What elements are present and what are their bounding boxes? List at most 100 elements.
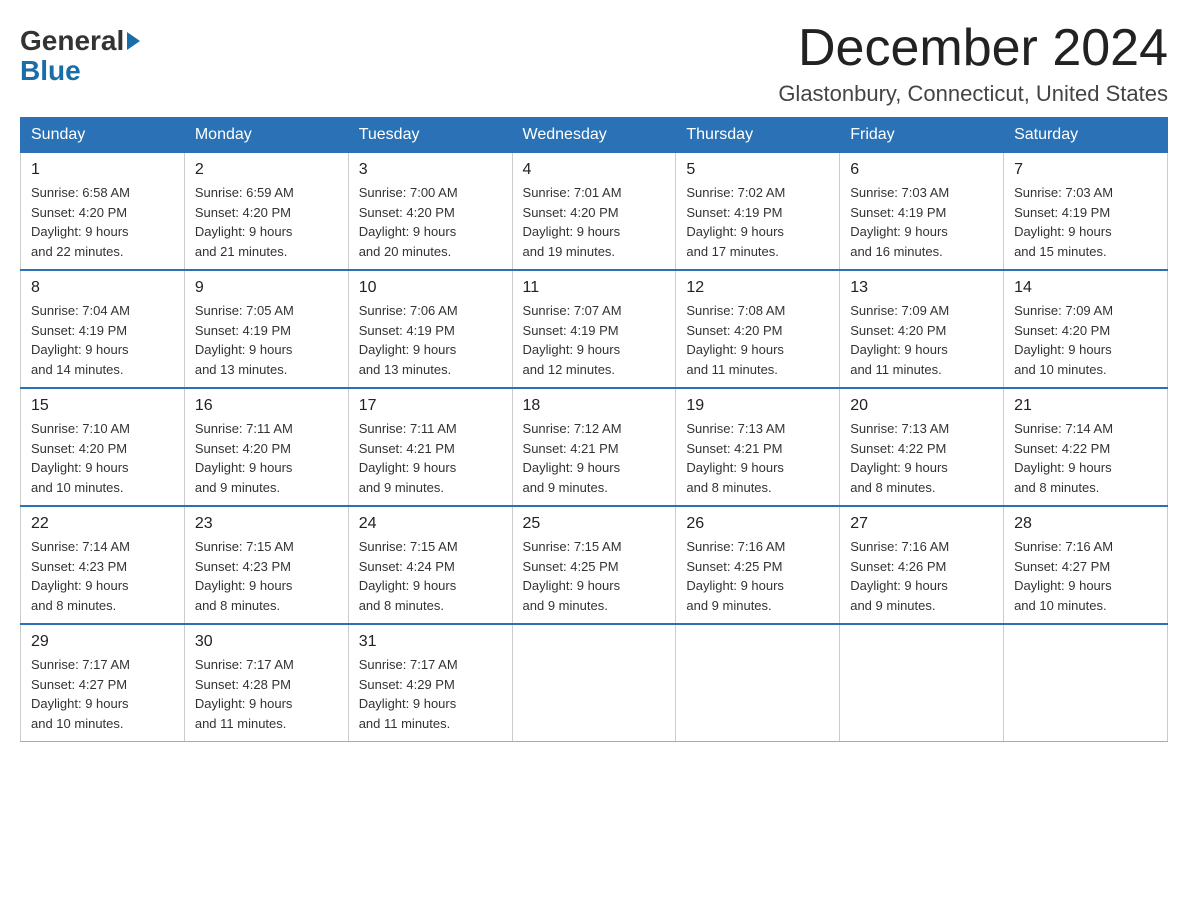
week-row-5: 29 Sunrise: 7:17 AM Sunset: 4:27 PM Dayl… [21,624,1168,742]
calendar-cell: 25 Sunrise: 7:15 AM Sunset: 4:25 PM Dayl… [512,506,676,624]
day-info: Sunrise: 7:15 AM Sunset: 4:23 PM Dayligh… [195,537,338,615]
day-info: Sunrise: 7:15 AM Sunset: 4:24 PM Dayligh… [359,537,502,615]
week-row-1: 1 Sunrise: 6:58 AM Sunset: 4:20 PM Dayli… [21,153,1168,271]
day-info: Sunrise: 7:03 AM Sunset: 4:19 PM Dayligh… [1014,183,1157,261]
logo: General Blue [20,20,143,87]
day-info: Sunrise: 7:12 AM Sunset: 4:21 PM Dayligh… [523,419,666,497]
day-number: 3 [359,161,502,179]
calendar-cell [676,624,840,742]
calendar-cell: 1 Sunrise: 6:58 AM Sunset: 4:20 PM Dayli… [21,153,185,271]
calendar-cell: 17 Sunrise: 7:11 AM Sunset: 4:21 PM Dayl… [348,388,512,506]
day-info: Sunrise: 7:14 AM Sunset: 4:23 PM Dayligh… [31,537,174,615]
day-number: 19 [686,397,829,415]
calendar-cell: 10 Sunrise: 7:06 AM Sunset: 4:19 PM Dayl… [348,270,512,388]
logo-blue-text: Blue [20,55,81,87]
calendar-cell: 15 Sunrise: 7:10 AM Sunset: 4:20 PM Dayl… [21,388,185,506]
day-info: Sunrise: 7:06 AM Sunset: 4:19 PM Dayligh… [359,301,502,379]
calendar-cell: 11 Sunrise: 7:07 AM Sunset: 4:19 PM Dayl… [512,270,676,388]
calendar-cell: 4 Sunrise: 7:01 AM Sunset: 4:20 PM Dayli… [512,153,676,271]
calendar-cell: 18 Sunrise: 7:12 AM Sunset: 4:21 PM Dayl… [512,388,676,506]
calendar-cell: 21 Sunrise: 7:14 AM Sunset: 4:22 PM Dayl… [1004,388,1168,506]
day-info: Sunrise: 7:03 AM Sunset: 4:19 PM Dayligh… [850,183,993,261]
day-number: 21 [1014,397,1157,415]
day-info: Sunrise: 7:15 AM Sunset: 4:25 PM Dayligh… [523,537,666,615]
calendar-cell [840,624,1004,742]
day-number: 2 [195,161,338,179]
day-number: 14 [1014,279,1157,297]
logo-arrow-icon [127,32,140,50]
day-number: 31 [359,633,502,651]
day-number: 22 [31,515,174,533]
calendar-table: Sunday Monday Tuesday Wednesday Thursday… [20,117,1168,742]
header: General Blue December 2024 Glastonbury, … [20,20,1168,107]
day-number: 27 [850,515,993,533]
calendar-cell: 20 Sunrise: 7:13 AM Sunset: 4:22 PM Dayl… [840,388,1004,506]
header-thursday: Thursday [676,118,840,153]
day-info: Sunrise: 7:16 AM Sunset: 4:26 PM Dayligh… [850,537,993,615]
calendar-cell: 14 Sunrise: 7:09 AM Sunset: 4:20 PM Dayl… [1004,270,1168,388]
day-number: 17 [359,397,502,415]
day-number: 15 [31,397,174,415]
day-number: 23 [195,515,338,533]
header-tuesday: Tuesday [348,118,512,153]
day-number: 24 [359,515,502,533]
day-info: Sunrise: 7:14 AM Sunset: 4:22 PM Dayligh… [1014,419,1157,497]
day-number: 8 [31,279,174,297]
day-info: Sunrise: 7:11 AM Sunset: 4:20 PM Dayligh… [195,419,338,497]
day-number: 25 [523,515,666,533]
week-row-4: 22 Sunrise: 7:14 AM Sunset: 4:23 PM Dayl… [21,506,1168,624]
day-number: 6 [850,161,993,179]
day-info: Sunrise: 7:11 AM Sunset: 4:21 PM Dayligh… [359,419,502,497]
header-saturday: Saturday [1004,118,1168,153]
day-number: 13 [850,279,993,297]
day-info: Sunrise: 7:17 AM Sunset: 4:29 PM Dayligh… [359,655,502,733]
day-info: Sunrise: 7:02 AM Sunset: 4:19 PM Dayligh… [686,183,829,261]
calendar-cell [512,624,676,742]
day-info: Sunrise: 7:01 AM Sunset: 4:20 PM Dayligh… [523,183,666,261]
day-number: 7 [1014,161,1157,179]
day-info: Sunrise: 7:04 AM Sunset: 4:19 PM Dayligh… [31,301,174,379]
day-number: 16 [195,397,338,415]
header-wednesday: Wednesday [512,118,676,153]
month-title: December 2024 [778,20,1168,77]
calendar-cell: 29 Sunrise: 7:17 AM Sunset: 4:27 PM Dayl… [21,624,185,742]
calendar-cell: 16 Sunrise: 7:11 AM Sunset: 4:20 PM Dayl… [184,388,348,506]
calendar-cell: 23 Sunrise: 7:15 AM Sunset: 4:23 PM Dayl… [184,506,348,624]
calendar-cell: 12 Sunrise: 7:08 AM Sunset: 4:20 PM Dayl… [676,270,840,388]
day-info: Sunrise: 7:17 AM Sunset: 4:27 PM Dayligh… [31,655,174,733]
day-number: 20 [850,397,993,415]
location-text: Glastonbury, Connecticut, United States [778,81,1168,107]
day-number: 1 [31,161,174,179]
day-info: Sunrise: 7:09 AM Sunset: 4:20 PM Dayligh… [1014,301,1157,379]
calendar-cell: 30 Sunrise: 7:17 AM Sunset: 4:28 PM Dayl… [184,624,348,742]
day-number: 5 [686,161,829,179]
header-sunday: Sunday [21,118,185,153]
calendar-cell: 9 Sunrise: 7:05 AM Sunset: 4:19 PM Dayli… [184,270,348,388]
day-info: Sunrise: 7:17 AM Sunset: 4:28 PM Dayligh… [195,655,338,733]
day-info: Sunrise: 6:58 AM Sunset: 4:20 PM Dayligh… [31,183,174,261]
day-number: 18 [523,397,666,415]
week-row-2: 8 Sunrise: 7:04 AM Sunset: 4:19 PM Dayli… [21,270,1168,388]
day-number: 29 [31,633,174,651]
day-number: 11 [523,279,666,297]
day-info: Sunrise: 7:16 AM Sunset: 4:27 PM Dayligh… [1014,537,1157,615]
day-info: Sunrise: 7:05 AM Sunset: 4:19 PM Dayligh… [195,301,338,379]
day-info: Sunrise: 7:00 AM Sunset: 4:20 PM Dayligh… [359,183,502,261]
day-number: 30 [195,633,338,651]
week-row-3: 15 Sunrise: 7:10 AM Sunset: 4:20 PM Dayl… [21,388,1168,506]
day-number: 9 [195,279,338,297]
calendar-cell: 31 Sunrise: 7:17 AM Sunset: 4:29 PM Dayl… [348,624,512,742]
day-info: Sunrise: 7:13 AM Sunset: 4:21 PM Dayligh… [686,419,829,497]
day-number: 28 [1014,515,1157,533]
header-friday: Friday [840,118,1004,153]
header-monday: Monday [184,118,348,153]
calendar-cell: 2 Sunrise: 6:59 AM Sunset: 4:20 PM Dayli… [184,153,348,271]
day-number: 10 [359,279,502,297]
day-number: 4 [523,161,666,179]
day-info: Sunrise: 7:08 AM Sunset: 4:20 PM Dayligh… [686,301,829,379]
weekday-header-row: Sunday Monday Tuesday Wednesday Thursday… [21,118,1168,153]
calendar-cell: 5 Sunrise: 7:02 AM Sunset: 4:19 PM Dayli… [676,153,840,271]
day-info: Sunrise: 7:07 AM Sunset: 4:19 PM Dayligh… [523,301,666,379]
title-area: December 2024 Glastonbury, Connecticut, … [778,20,1168,107]
day-info: Sunrise: 6:59 AM Sunset: 4:20 PM Dayligh… [195,183,338,261]
